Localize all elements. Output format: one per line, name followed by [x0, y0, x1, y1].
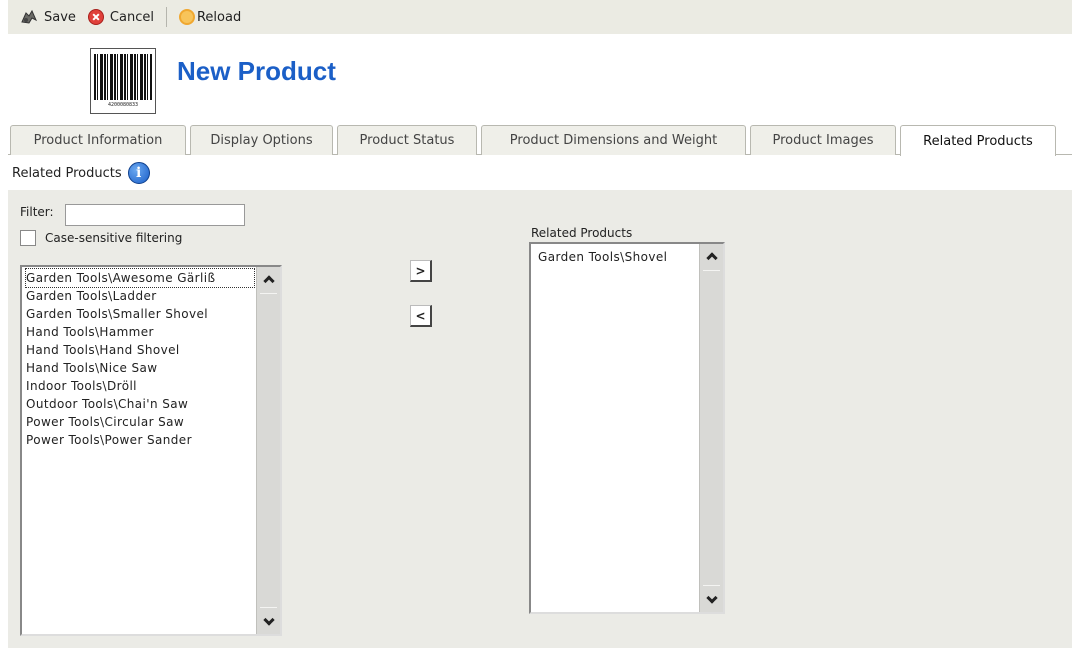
available-scrollbar[interactable] [256, 267, 280, 634]
reload-button[interactable]: Reload [178, 9, 242, 25]
chevron-down-icon [706, 592, 718, 604]
barcode-icon: 4200080833 [90, 48, 156, 114]
case-sensitive-label: Case-sensitive filtering [45, 231, 183, 245]
toolbar-divider [165, 7, 167, 27]
section-header: Related Products i [12, 162, 150, 184]
list-item[interactable]: Hand Tools\Nice Saw [26, 359, 254, 377]
scroll-up-button[interactable] [257, 267, 281, 291]
scroll-track-mark [260, 293, 277, 294]
scroll-up-button[interactable] [700, 244, 724, 268]
filter-input[interactable] [65, 204, 245, 226]
list-item[interactable]: Power Tools\Power Sander [26, 431, 254, 449]
save-button[interactable]: Save [20, 8, 76, 26]
related-items: Garden Tools\Shovel [538, 248, 697, 266]
add-related-button[interactable]: > [410, 260, 432, 282]
tab-display-options[interactable]: Display Options [190, 125, 333, 155]
cancel-icon [87, 9, 104, 25]
save-label: Save [44, 9, 76, 25]
scroll-track-mark [703, 270, 720, 271]
cancel-button[interactable]: Cancel [87, 9, 154, 25]
list-item[interactable]: Outdoor Tools\Chai'n Saw [26, 395, 254, 413]
info-icon[interactable]: i [127, 162, 150, 184]
reload-icon [178, 9, 195, 25]
scroll-down-button[interactable] [700, 588, 724, 612]
reload-label: Reload [196, 9, 242, 25]
related-products-list[interactable]: Garden Tools\Shovel [529, 242, 725, 614]
list-item[interactable]: Garden Tools\Awesome Gärliß [25, 268, 255, 288]
scroll-track-mark [703, 585, 720, 586]
remove-related-button[interactable]: < [410, 305, 432, 327]
tab-related-products[interactable]: Related Products [900, 125, 1056, 156]
list-item[interactable]: Power Tools\Circular Saw [26, 413, 254, 431]
list-item[interactable]: Garden Tools\Smaller Shovel [26, 305, 254, 323]
list-item[interactable]: Indoor Tools\Dröll [26, 377, 254, 395]
scroll-track-mark [260, 607, 277, 608]
chevron-down-icon [263, 614, 275, 626]
barcode-bars [94, 54, 152, 100]
available-products-list[interactable]: Garden Tools\Awesome Gärliß Garden Tools\… [20, 265, 282, 636]
barcode-number: 4200080833 [107, 102, 139, 108]
section-label: Related Products [12, 165, 122, 181]
list-item[interactable]: Garden Tools\Shovel [538, 248, 697, 266]
toolbar: Save Cancel Reload [8, 0, 1072, 34]
chevron-up-icon [706, 252, 718, 264]
related-scrollbar[interactable] [699, 244, 723, 612]
tab-product-status[interactable]: Product Status [337, 125, 477, 155]
scroll-down-button[interactable] [257, 610, 281, 634]
list-item[interactable]: Garden Tools\Ladder [26, 287, 254, 305]
list-item[interactable]: Hand Tools\Hand Shovel [26, 341, 254, 359]
list-item[interactable]: Hand Tools\Hammer [26, 323, 254, 341]
cancel-label: Cancel [109, 9, 154, 25]
available-items: Garden Tools\Awesome Gärliß Garden Tools\… [25, 268, 255, 449]
page-title: New Product [177, 56, 336, 86]
tab-product-dimensions-and-weight[interactable]: Product Dimensions and Weight [481, 125, 746, 155]
save-icon [21, 9, 38, 24]
related-products-label: Related Products [531, 226, 633, 240]
tab-bar: Product Information Display Options Prod… [8, 125, 1072, 156]
case-sensitive-checkbox[interactable] [20, 230, 36, 246]
chevron-up-icon [263, 275, 275, 287]
tab-product-images[interactable]: Product Images [750, 125, 896, 155]
filter-label: Filter: [20, 205, 54, 219]
tab-product-information[interactable]: Product Information [10, 125, 186, 155]
